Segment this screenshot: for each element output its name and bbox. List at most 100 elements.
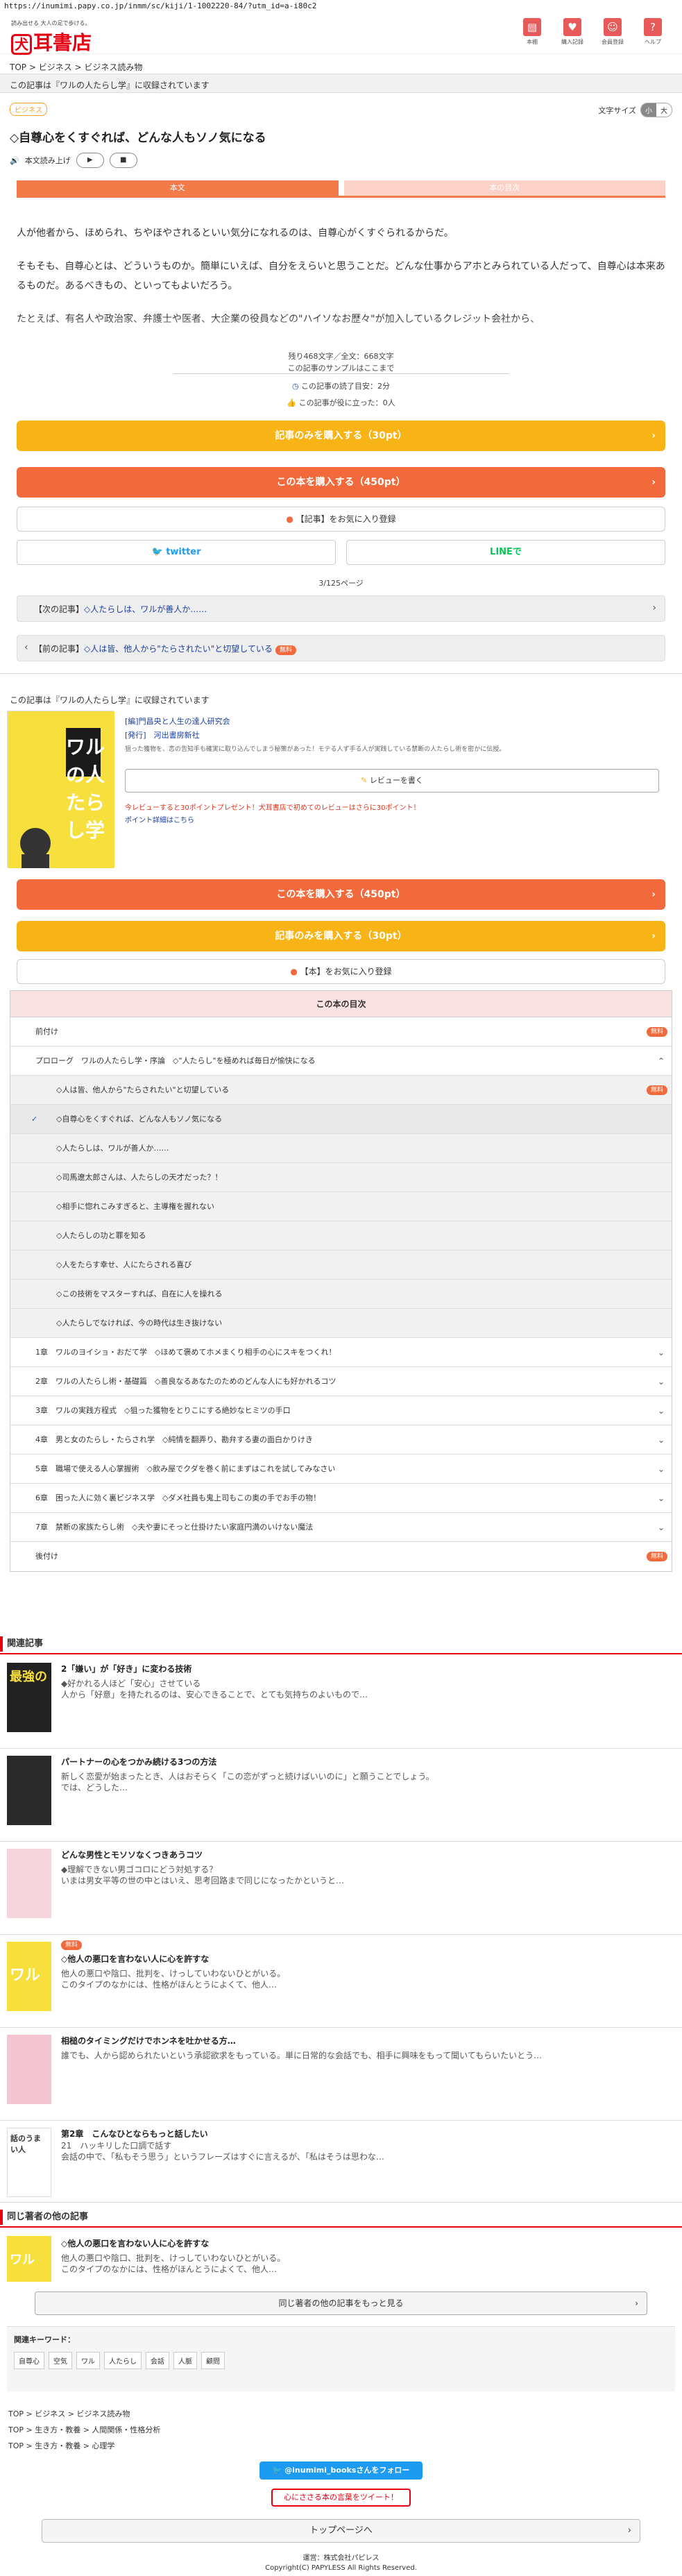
helpful-count[interactable]: 👍 この記事が役に立った：0人 <box>0 397 682 408</box>
toc-row-text: 1章 ワルのヨイショ・おだて学 ◇ほめて褒めてホメまくり相手の心にスキをつくれ！ <box>35 1348 336 1357</box>
book-description: 狙った獲物を、恋の告知手も確実に取り込んでしまう秘策があった！モテる人ず手る人が… <box>125 746 506 753</box>
toc-row[interactable]: 5章 職場で使える人心掌握術 ◇飲み屋でクダを巻く前にまずはこれを試してみなさい… <box>10 1455 672 1484</box>
toc-subrow[interactable]: ◇司馬遼太郎さんは、人たらしの天才だった？！ <box>10 1163 672 1192</box>
next-title[interactable]: ◇人たらしは、ワルが善人か…… <box>84 604 207 614</box>
related-item[interactable]: ワル 無料 ◇他人の悪口を言わない人に心を許すな 他人の悪口や陰口、批判を、けっ… <box>0 1935 682 2028</box>
font-size-label: 文字サイズ <box>598 105 636 115</box>
chevron-down-icon: ⌄ <box>657 1493 665 1503</box>
toc-row-text: ◇人たらしでなければ、今の時代は生き抜けない <box>56 1319 223 1328</box>
toc-row[interactable]: 6章 困った人に効く裏ビジネス学 ◇ダメ社員も鬼上司もこの奥の手でお手の物！ ⌄ <box>10 1484 672 1513</box>
line-share-button[interactable]: LINEで <box>346 540 665 565</box>
toc-subrow[interactable]: ◇人たらしでなければ、今の時代は生き抜けない <box>10 1309 672 1338</box>
toc-subrow[interactable]: ◇人たらしの功と罪を知る <box>10 1221 672 1251</box>
header-icon-label: ヘルプ <box>645 39 661 45</box>
tab-body[interactable]: 本文 <box>17 180 339 196</box>
keyword-tag[interactable]: 自尊心 <box>14 2352 44 2369</box>
same-author-item[interactable]: ワル ◇他人の悪口を言わない人に心を許すな 他人の悪口や陰口、批判を、けっしてい… <box>0 2229 682 2286</box>
prev-title[interactable]: ◇人は皆、他人から"たらされたい"と切望している <box>84 644 273 654</box>
related-title: ◇他人の悪口を言わない人に心を許すな <box>61 2239 210 2248</box>
free-badge: 無料 <box>646 1085 667 1095</box>
divider <box>173 373 509 374</box>
keyword-tag[interactable]: 会話 <box>146 2352 169 2369</box>
related-item[interactable]: 話のうまい人 第2章 こんなひとならもっと話したい 21 ハッキリした口調で話す… <box>0 2121 682 2203</box>
related-item[interactable]: 相槌のタイミングだけでホンネを吐かせる方… 誰でも、人から認められたいという承認… <box>0 2028 682 2121</box>
related-sub: ◆理解できない男ゴコロにどう対処する？ <box>61 1865 218 1874</box>
toc-row-text: 4章 男と女のたらし・たらされ学 ◇純情を翻弄り、勘弁する妻の面白かりけき <box>35 1435 314 1444</box>
header-bookshelf-button[interactable]: ▤ 本棚 <box>517 18 547 46</box>
toc-row[interactable]: 7章 禁断の家族たらし術 ◇夫や妻にそっと仕掛けたい家庭円満のいけない魔法 ⌄ <box>10 1513 672 1542</box>
book-cover[interactable]: ワルの人たらし学 <box>7 711 114 868</box>
toc-row[interactable]: 前付け 無料 <box>10 1017 672 1046</box>
favorite-book-button[interactable]: ● 【本】をお気に入り登録 <box>17 959 665 984</box>
review-campaign: 今レビューすると30ポイントプレゼント！犬耳書店で初めてのレビューはさらに30ポ… <box>125 802 420 827</box>
stop-button[interactable]: ■ <box>109 153 137 168</box>
keyword-tag[interactable]: 空気 <box>49 2352 72 2369</box>
font-size-toggle[interactable]: 小 大 <box>640 103 672 117</box>
footer-breadcrumb[interactable]: TOP > ビジネス > ビジネス読み物 <box>8 2408 130 2419</box>
site-footer: 運営：株式会社パピレス Copyright(C) PAPYLESS All Ri… <box>0 2554 682 2573</box>
tweet-quote-button[interactable]: 心にささる本の言葉をツイート！ <box>271 2489 411 2507</box>
write-review-button[interactable]: ✎ レビューを書く <box>125 769 659 793</box>
buy-book-button-2[interactable]: この本を購入する（450pt） › <box>17 879 665 910</box>
related-sub: 新しく恋愛が始まったとき、人はおそらく「この恋がずっと続けばいいのに」と願うこと… <box>61 1772 434 1781</box>
related-item[interactable]: どんな男性とモソソなくつきあうコツ ◆理解できない男ゴコロにどう対処する？ いま… <box>0 1842 682 1935</box>
toc-subrow[interactable]: ◇この技術をマスターすれば、自在に人を操れる <box>10 1280 672 1309</box>
header-register-button[interactable]: ☺ 会員登録 <box>597 18 628 46</box>
related-item[interactable]: パートナーの心をつかみ続ける3つの方法 新しく恋愛が始まったとき、人はおそらく「… <box>0 1749 682 1842</box>
toc-subrow[interactable]: ◇人たらしは、ワルが善人か…… <box>10 1134 672 1163</box>
footer-breadcrumb[interactable]: TOP > 生き方・教養 > 心理学 <box>8 2440 114 2451</box>
page-indicator: 3/125ページ <box>318 579 364 588</box>
font-size-small[interactable]: 小 <box>641 103 656 117</box>
toc-subrow[interactable]: ◇相手に惚れこみすぎると、主導権を握れない <box>10 1192 672 1221</box>
line-label: LINEで <box>490 547 522 557</box>
buy-book-label: この本を購入する（450pt） <box>276 477 406 488</box>
breadcrumb[interactable]: TOP > ビジネス > ビジネス読み物 <box>10 61 142 73</box>
campaign-link[interactable]: ポイント詳細はこちら <box>125 815 420 827</box>
buy-book-button[interactable]: この本を購入する（450pt） › <box>17 467 665 498</box>
twitter-share-button[interactable]: 🐦 twitter <box>17 540 336 565</box>
twitter-follow-button[interactable]: 🐦 @inumimi_booksさんをフォロー <box>259 2461 423 2480</box>
site-logo[interactable]: 犬耳書店 <box>11 28 92 56</box>
book-stored-in[interactable]: この記事は『ワルの人たらし学』に収録されています <box>10 694 210 706</box>
prev-article-link[interactable]: ‹ 【前の記事】◇人は皆、他人から"たらされたい"と切望している 無料 <box>17 635 665 661</box>
toc-subrow[interactable]: ◇人をたらす幸せ、人にたらされる喜び <box>10 1251 672 1280</box>
related-item[interactable]: 最強の 2「嫌い」が「好き」に変わる技術 ◆好かれる人ほど「安心」させている 人… <box>0 1656 682 1749</box>
buy-book-label: この本を購入する（450pt） <box>276 889 406 900</box>
stored-in-notice[interactable]: この記事は『ワルの人たらし学』に収録されています <box>0 74 682 93</box>
buy-article-button-2[interactable]: 記事のみを購入する（30pt） › <box>17 921 665 951</box>
font-size-large[interactable]: 大 <box>656 103 672 117</box>
article-paragraph: そもそも、自尊心とは、どういうものか。簡単にいえば、自分をえらいと思うことだ。ど… <box>17 261 665 291</box>
tab-toc[interactable]: 本の目次 <box>343 180 665 196</box>
category-badge[interactable]: ビジネス <box>10 103 47 116</box>
toc-row[interactable]: プロローグ ワルの人たらし学・序論 ◇"人たらし"を極めれば毎日が愉快になる ⌃ <box>10 1046 672 1076</box>
toc-row[interactable]: 1章 ワルのヨイショ・おだて学 ◇ほめて褒めてホメまくり相手の心にスキをつくれ！… <box>10 1338 672 1367</box>
chevron-right-icon: › <box>652 602 656 613</box>
header-help-button[interactable]: ? ヘルプ <box>638 18 668 46</box>
toc-subrow-current[interactable]: ✓ ◇自尊心をくすぐれば、どんな人もソノ気になる <box>10 1105 672 1134</box>
footer-breadcrumb[interactable]: TOP > 生き方・教養 > 人間関係・性格分析 <box>8 2424 160 2435</box>
header-icons: ▤ 本棚 ♥ 購入記録 ☺ 会員登録 ? ヘルプ <box>517 18 668 46</box>
toc-row-text: ◇相手に惚れこみすぎると、主導権を握れない <box>56 1202 215 1211</box>
toc-row[interactable]: 後付け 無料 <box>10 1542 672 1571</box>
keyword-tag[interactable]: 人脈 <box>173 2352 197 2369</box>
header-history-button[interactable]: ♥ 購入記録 <box>557 18 588 46</box>
toc-subrow[interactable]: ◇人は皆、他人から"たらされたい"と切望している 無料 <box>10 1076 672 1105</box>
favorite-article-button[interactable]: ● 【記事】をお気に入り登録 <box>17 507 665 532</box>
next-article-link[interactable]: 【次の記事】◇人たらしは、ワルが善人か…… › <box>17 595 665 622</box>
keyword-tag[interactable]: 人たらし <box>104 2352 142 2369</box>
free-badge: 無料 <box>61 1940 83 1950</box>
top-page-button[interactable]: トップページへ › <box>42 2519 640 2543</box>
related-sub: このタイプのなかには、性格がほんとうによくて、他人… <box>61 2264 278 2274</box>
read-time-text: この記事の読了目安：2分 <box>301 382 391 391</box>
toc-row[interactable]: 2章 ワルの人たらし術・基礎篇 ◇善良なるあなたのためのどんな人にも好かれるコツ… <box>10 1367 672 1396</box>
toc-row[interactable]: 4章 男と女のたらし・たらされ学 ◇純情を翻弄り、勘弁する妻の面白かりけき ⌄ <box>10 1425 672 1455</box>
book-publisher[interactable]: [発行] 河出書房新社 <box>125 729 659 743</box>
more-same-author-button[interactable]: 同じ著者の他の記事をもっと見る › <box>35 2291 647 2315</box>
buy-article-button[interactable]: 記事のみを購入する（30pt） › <box>17 421 665 451</box>
url-bar[interactable]: https://inumimi.papy.co.jp/inmm/sc/kiji/… <box>0 0 682 12</box>
play-button[interactable]: ▶ <box>76 153 104 168</box>
book-author[interactable]: [編]門昌央と人生の達人研究会 <box>125 715 659 729</box>
toc-row[interactable]: 3章 ワルの実践方程式 ◇狙った獲物をとりこにする絶妙なヒミツの手口 ⌄ <box>10 1396 672 1425</box>
keyword-tag[interactable]: ワル <box>76 2352 100 2369</box>
keyword-tag[interactable]: 顧問 <box>201 2352 225 2369</box>
